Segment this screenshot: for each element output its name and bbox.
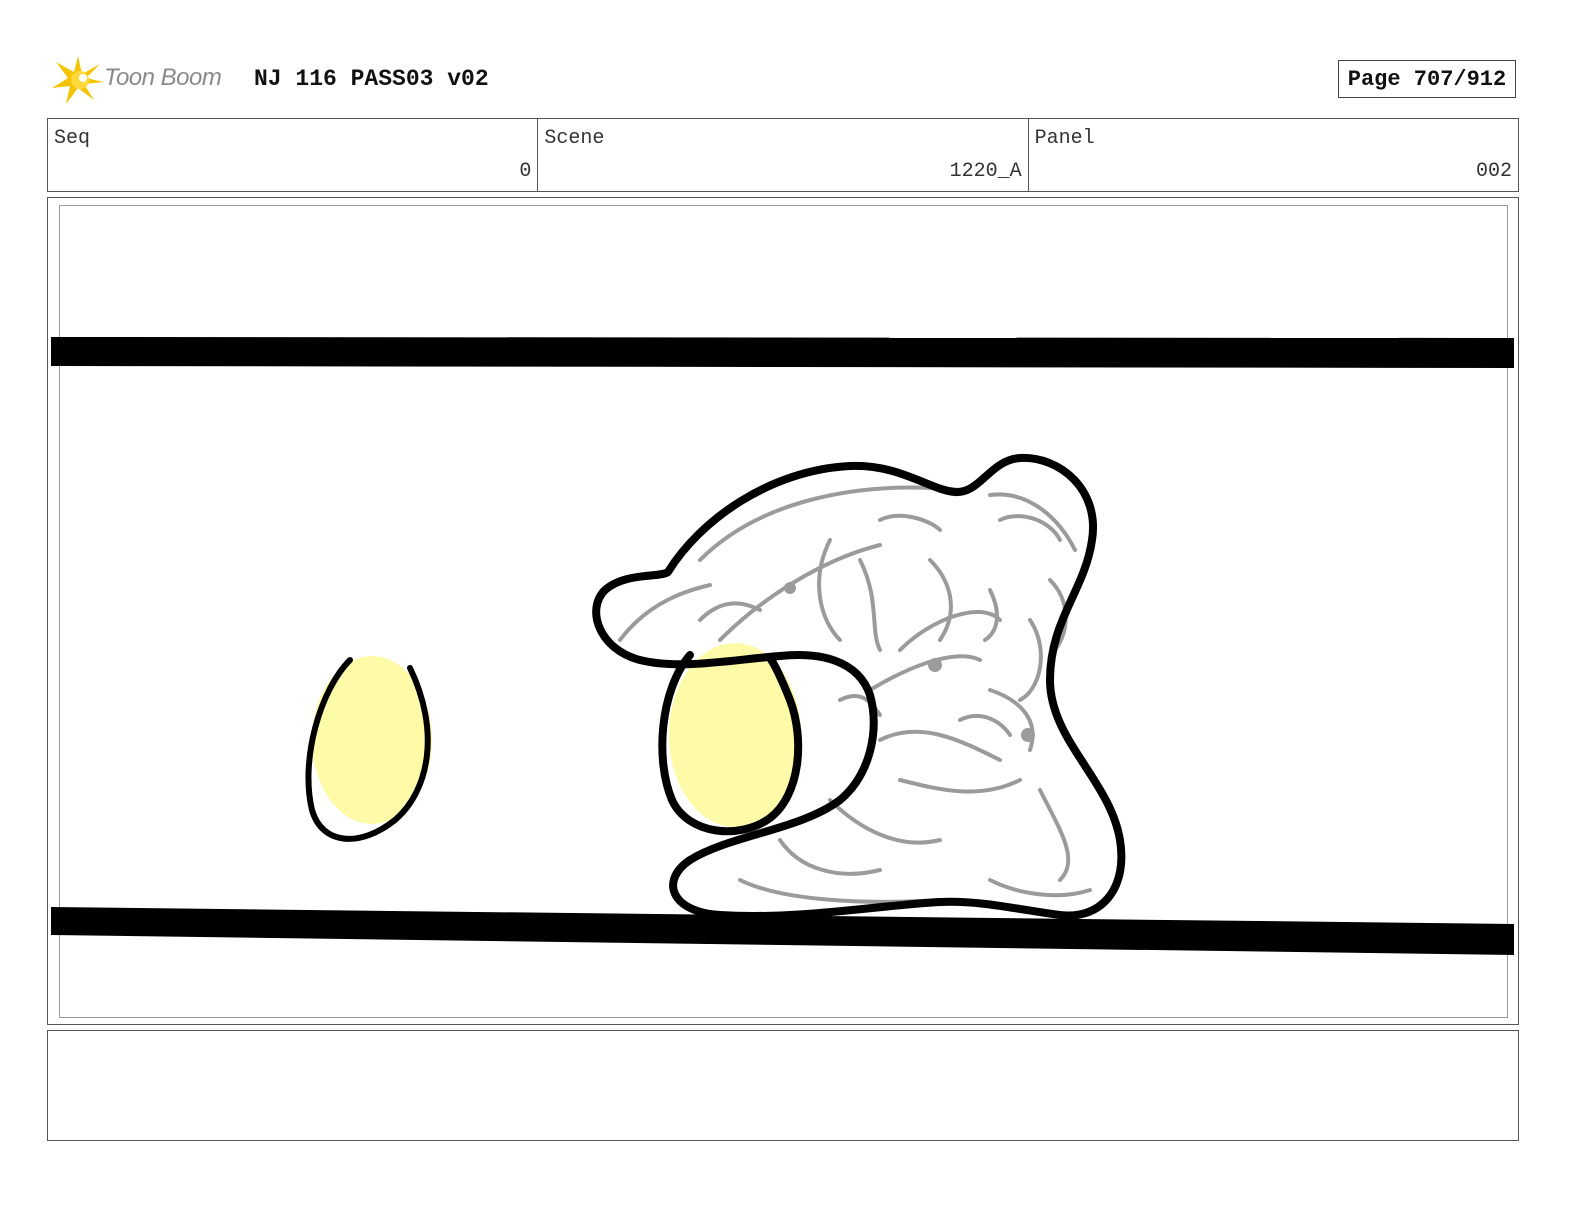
- light-glow-left: [305, 656, 432, 842]
- letterbox-top-bar: [51, 337, 1514, 368]
- character-outline: [592, 453, 1126, 921]
- panel-notes-box: [47, 1030, 1519, 1141]
